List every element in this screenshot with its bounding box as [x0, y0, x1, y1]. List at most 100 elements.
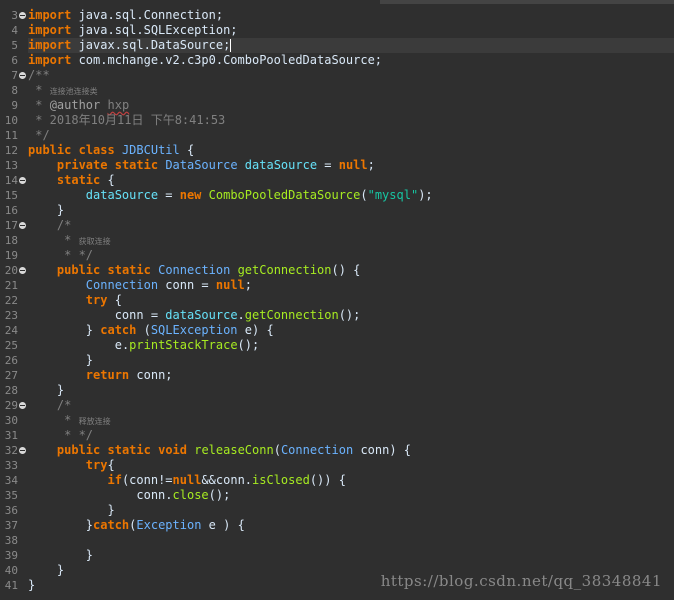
code-line[interactable]: /*	[28, 218, 71, 233]
code-line[interactable]: }	[28, 548, 93, 563]
code-token: null	[215, 278, 245, 292]
code-line[interactable]: }	[28, 353, 93, 368]
fold-toggle-icon[interactable]	[19, 12, 26, 19]
code-line[interactable]: Connection conn = null;	[28, 278, 252, 293]
code-token: 连接池连接类	[49, 87, 98, 96]
code-token: java.sql.Connection;	[71, 8, 224, 22]
fold-toggle-icon[interactable]	[19, 402, 26, 409]
code-token: *	[56, 233, 79, 247]
code-token: printStackTrace	[129, 338, 238, 352]
code-line[interactable]: /**	[28, 68, 50, 83]
code-token: .	[165, 488, 173, 502]
code-line[interactable]: static {	[28, 173, 115, 188]
code-line[interactable]: dataSource = new ComboPooledDataSource("…	[28, 188, 433, 203]
code-token: }	[28, 503, 115, 517]
code-line[interactable]: public static Connection getConnection()…	[28, 263, 361, 278]
line-number: 37	[4, 519, 18, 532]
code-token: static	[114, 158, 159, 172]
line-number: 20	[4, 264, 18, 277]
code-line[interactable]: }catch(Exception e ) {	[28, 518, 245, 533]
code-token: ();	[208, 488, 231, 502]
fold-toggle-icon[interactable]	[19, 222, 26, 229]
code-line[interactable]: if(conn!=null&&conn.isClosed()) {	[28, 473, 345, 488]
code-line[interactable]: import java.sql.SQLException;	[28, 23, 238, 38]
code-line[interactable]: * 获取连接	[28, 233, 110, 248]
code-line[interactable]: * 释放连接	[28, 413, 110, 428]
code-line[interactable]: public static void releaseConn(Connectio…	[28, 443, 411, 458]
code-token: import	[28, 23, 72, 37]
code-token: close	[172, 488, 209, 502]
code-line[interactable]: } catch (SQLException e) {	[28, 323, 274, 338]
code-line[interactable]: * 连接池连接类	[28, 83, 98, 98]
code-token: static	[56, 173, 101, 187]
code-line[interactable]: try {	[28, 293, 122, 308]
code-line[interactable]: }	[28, 563, 64, 578]
code-token: conn	[165, 278, 195, 292]
code-line[interactable]: * @author hxp	[28, 98, 129, 113]
code-token: try	[85, 293, 108, 307]
code-token: ();	[237, 338, 260, 352]
code-line[interactable]: import javax.sql.DataSource;	[28, 38, 674, 53]
code-token: ;	[244, 278, 253, 292]
code-token: =	[158, 188, 180, 202]
code-line[interactable]: e.printStackTrace();	[28, 338, 260, 353]
line-number: 6	[11, 54, 18, 67]
line-number: 35	[4, 489, 18, 502]
line-number: 4	[11, 24, 18, 37]
code-line[interactable]: }	[28, 578, 35, 593]
code-area[interactable]: import java.sql.Connection; import java.s…	[28, 0, 674, 600]
code-token: getConnection	[244, 308, 339, 322]
code-line[interactable]: * 2018年10月11日 下午8:41:53	[28, 113, 225, 128]
line-number: 34	[4, 474, 18, 487]
fold-toggle-icon[interactable]	[19, 177, 26, 184]
code-line[interactable]: }	[28, 203, 64, 218]
line-number: 22	[4, 294, 18, 307]
line-number: 28	[4, 384, 18, 397]
code-token: {	[107, 293, 122, 307]
code-line[interactable]: */	[28, 128, 49, 143]
fold-toggle-icon[interactable]	[19, 72, 26, 79]
code-token: public	[56, 443, 101, 457]
code-line[interactable]: /*	[28, 398, 71, 413]
code-token: conn	[215, 473, 245, 487]
code-token: ComboPooledDataSource	[208, 188, 361, 202]
code-line[interactable]: try{	[28, 458, 115, 473]
code-line[interactable]: import com.mchange.v2.c3p0.ComboPooledDa…	[28, 53, 382, 68]
code-line[interactable]: private static DataSource dataSource = n…	[28, 158, 375, 173]
code-token: releaseConn	[194, 443, 274, 457]
code-line[interactable]: conn = dataSource.getConnection();	[28, 308, 361, 323]
code-line[interactable]: return conn;	[28, 368, 173, 383]
code-editor[interactable]: 3 4 5 6 7 8 9 10 11 12 13 14 15 16 17 18 19 20 21 22 23 24 25 2…	[0, 0, 674, 600]
code-token: }	[28, 548, 94, 562]
code-line[interactable]: }	[28, 503, 115, 518]
code-line[interactable]: public class JDBCUtil {	[28, 143, 194, 158]
code-token: *	[56, 413, 79, 427]
line-number: 32	[4, 444, 18, 457]
code-token: }	[28, 323, 101, 337]
line-number: 33	[4, 459, 18, 472]
code-token: /*	[56, 218, 72, 232]
line-number: 18	[4, 234, 18, 247]
code-line[interactable]: }	[28, 383, 64, 398]
fold-toggle-icon[interactable]	[19, 447, 26, 454]
code-line[interactable]: import java.sql.Connection;	[28, 8, 223, 23]
code-line[interactable]: conn.close();	[28, 488, 230, 503]
code-token: }	[28, 203, 65, 217]
code-token: conn	[136, 488, 166, 502]
code-line[interactable]: * */	[28, 248, 93, 263]
line-number: 19	[4, 249, 18, 262]
fold-toggle-icon[interactable]	[19, 267, 26, 274]
code-line[interactable]: * */	[28, 428, 93, 443]
line-number: 9	[11, 99, 18, 112]
code-token: }	[28, 563, 65, 577]
code-token: e	[244, 323, 252, 337]
line-number: 5	[11, 39, 18, 52]
code-token: static	[107, 263, 151, 277]
